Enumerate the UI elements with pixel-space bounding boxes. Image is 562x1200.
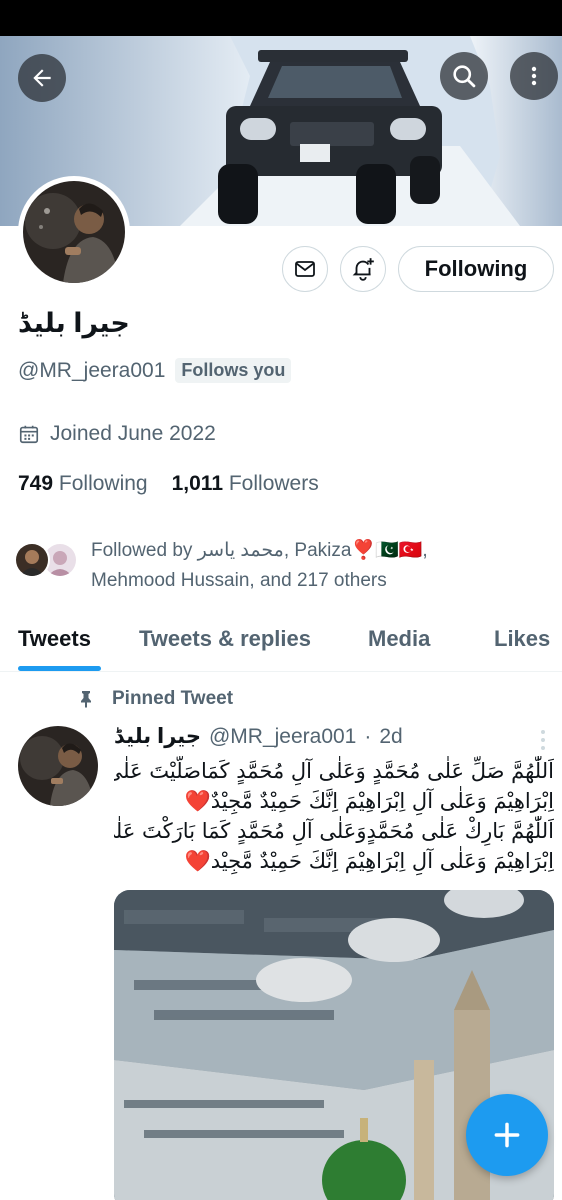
tweet-header: جیرا بلیڈ @MR_jeera001 · 2d — [114, 724, 403, 749]
avatar-image — [23, 181, 125, 283]
calendar-icon — [19, 425, 39, 444]
tweet-line: اَللّٰهُمَّ بَارِكْ عَلٰى مُحَمَّدٍوَعَل… — [114, 819, 554, 843]
tweet-time[interactable]: 2d — [379, 725, 402, 749]
heart-emoji: ❤️ — [184, 849, 211, 873]
follower-name-1: محمد یاسر — [197, 540, 284, 561]
plus-icon — [494, 1122, 520, 1148]
tab-tweets-replies[interactable]: Tweets & replies — [139, 626, 311, 652]
pin-icon — [81, 691, 91, 708]
follower-emoji: ❣️🇵🇰🇹🇷, — [351, 540, 428, 561]
arrow-left-icon — [33, 69, 51, 87]
followed-by-avatars — [14, 542, 84, 578]
handle-row: @MR_jeera001 Follows you — [18, 358, 292, 383]
tweet-author-avatar[interactable] — [18, 726, 98, 806]
tweet-line: اِبْرَاهِيْمَ وَعَلٰى آلِ اِبْرَاهِيْمَ … — [114, 846, 554, 876]
tweet-line-text: اِبْرَاهِيْمَ وَعَلٰى آلِ اِبْرَاهِيْمَ … — [210, 849, 554, 873]
tweet-more-icon[interactable] — [536, 728, 550, 752]
status-bar — [0, 0, 562, 36]
tweet-line-text: اِبْرَاهِيْمَ وَعَلٰى آلِ اِبْرَاهِيْمَ … — [210, 789, 554, 813]
avatar-image — [18, 726, 98, 806]
pinned-indicator: Pinned Tweet — [78, 688, 233, 710]
follower-separator: , — [283, 540, 295, 561]
back-button[interactable] — [18, 54, 66, 102]
following-count: 749 — [18, 472, 54, 495]
joined-date: Joined June 2022 — [18, 422, 216, 446]
followed-by-text: Followed by محمد یاسر, Pakiza❣️🇵🇰🇹🇷, Meh… — [91, 536, 551, 596]
message-button[interactable] — [282, 246, 328, 292]
tweet-text: اَللّٰهُمَّ صَلِّ عَلٰى مُحَمَّدٍ وَعَلٰ… — [114, 756, 554, 876]
follows-you-badge: Follows you — [175, 358, 292, 383]
display-name: جیرا بلیڈ — [18, 308, 130, 338]
followers-label: Followers — [228, 472, 319, 495]
follower-name-2: Pakiza — [294, 540, 352, 561]
tab-media[interactable]: Media — [368, 626, 430, 652]
search-icon — [453, 65, 476, 88]
tweet-author-handle[interactable]: @MR_jeera001 — [209, 725, 356, 749]
tweet-line: اَللّٰهُمَّ صَلِّ عَلٰى مُحَمَّدٍ وَعَلٰ… — [114, 759, 554, 783]
tweet-meta-dot: · — [364, 724, 372, 748]
tweet-line: اِبْرَاهِيْمَ وَعَلٰى آلِ اِبْرَاهِيْمَ … — [114, 786, 554, 816]
follow-stats: 749 Following 1,011 Followers — [18, 472, 319, 496]
mail-icon — [295, 261, 315, 277]
notifications-button[interactable] — [340, 246, 386, 292]
followed-by-others: Mehmood Hussain, and 217 others — [91, 570, 387, 591]
bell-plus-icon — [352, 258, 374, 281]
heart-emoji: ❤️ — [184, 789, 211, 813]
more-options-button[interactable] — [510, 52, 558, 100]
followed-by-prefix: Followed by — [91, 540, 198, 561]
search-button[interactable] — [440, 52, 488, 100]
more-vertical-icon — [531, 66, 537, 86]
pinned-label: Pinned Tweet — [112, 688, 234, 709]
profile-avatar[interactable] — [18, 176, 130, 288]
follower-avatar — [14, 542, 50, 578]
followers-stat[interactable]: 1,011 Followers — [172, 472, 319, 496]
tab-tweets[interactable]: Tweets — [18, 626, 91, 652]
joined-text: Joined June 2022 — [50, 422, 216, 445]
profile-tabs: Tweets Tweets & replies Media Likes — [0, 612, 562, 672]
active-tab-indicator — [18, 666, 101, 671]
tab-likes[interactable]: Likes — [494, 626, 550, 652]
following-label: Following — [58, 472, 148, 495]
following-button[interactable]: Following — [398, 246, 554, 292]
compose-tweet-button[interactable] — [466, 1094, 548, 1176]
followers-count: 1,011 — [171, 472, 224, 495]
user-handle: @MR_jeera001 — [18, 358, 166, 382]
following-stat[interactable]: 749 Following — [18, 472, 148, 496]
tweet-author-name[interactable]: جیرا بلیڈ — [114, 724, 201, 749]
